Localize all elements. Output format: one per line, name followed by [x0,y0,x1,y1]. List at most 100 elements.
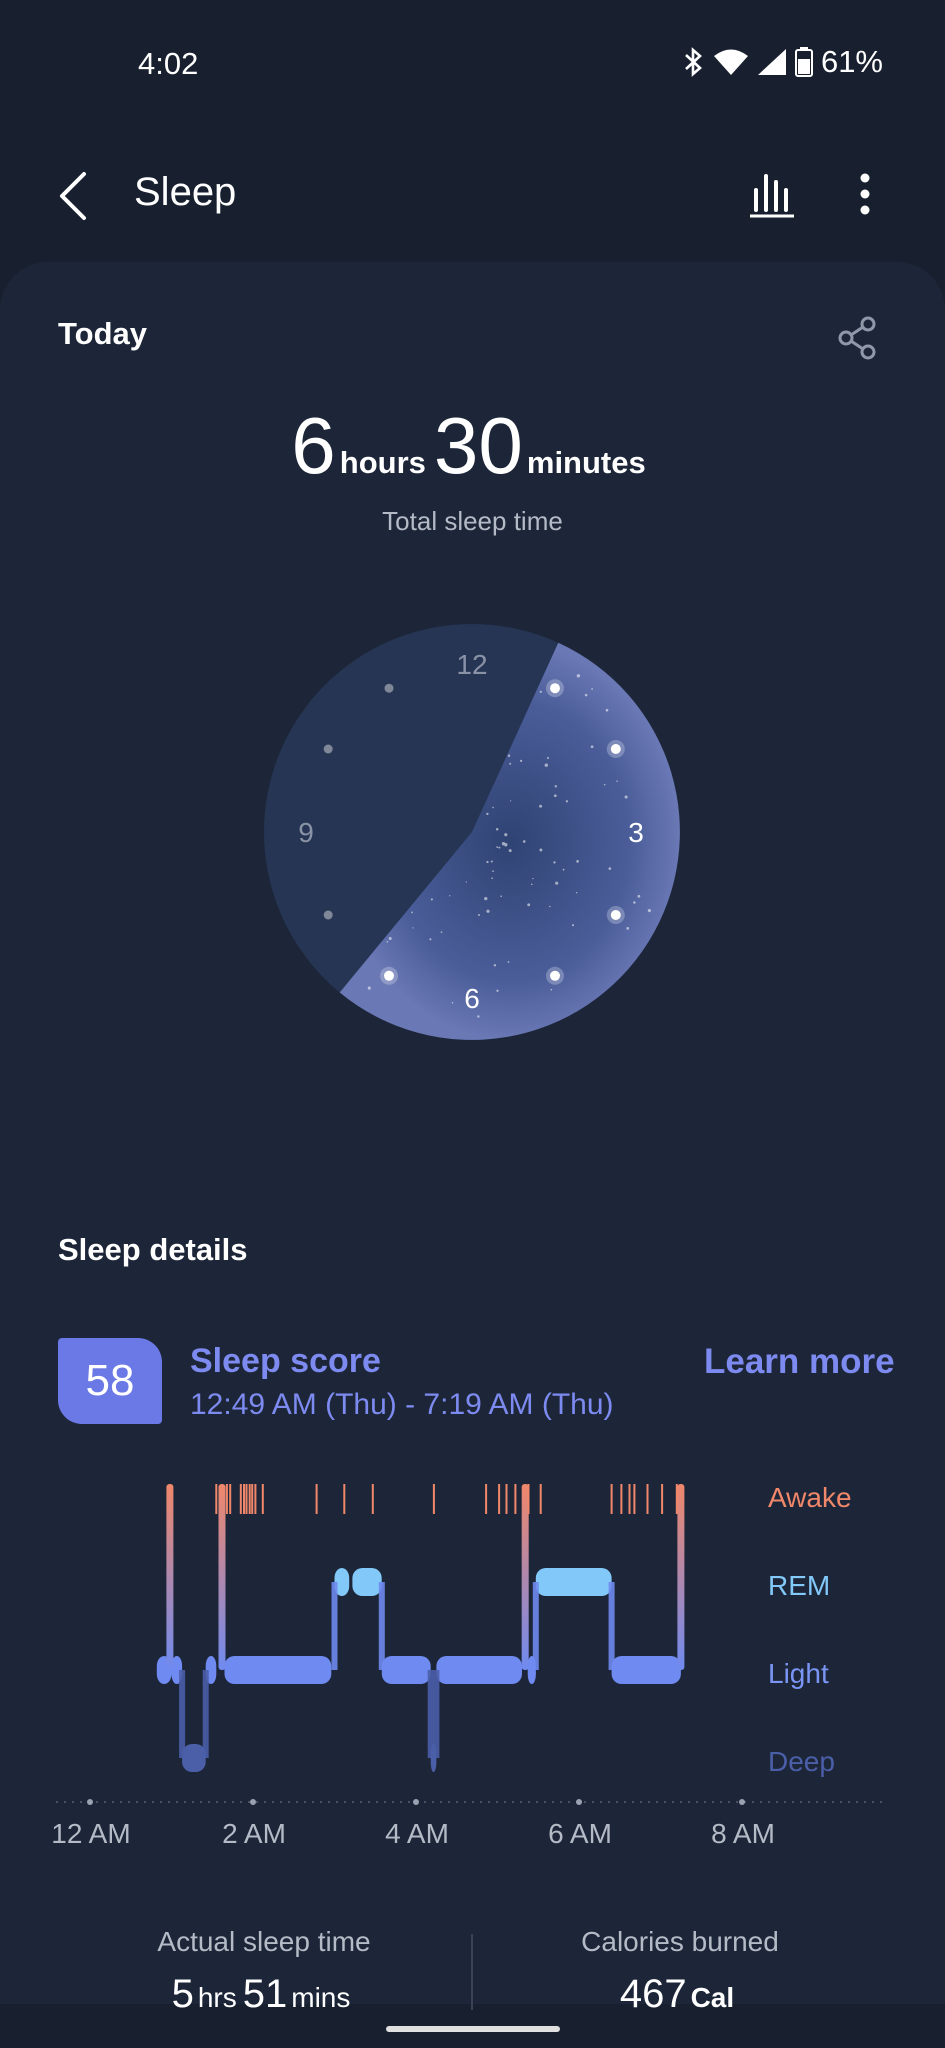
awake-marker [505,1484,508,1514]
star-speck [478,914,480,916]
stage-transition [202,1670,209,1758]
star-speck [626,927,630,930]
star-speck [554,785,558,788]
star-speck [412,927,414,929]
battery-percent: 61% [820,44,883,79]
star-speck [637,894,641,898]
star-speck [496,989,499,992]
status-icons: 61% [683,44,883,80]
clock-label-12: 12 [456,649,487,680]
star-speck [519,759,523,763]
awake-marker [371,1484,374,1514]
star-speck [565,800,569,803]
x-tick-dot [576,1799,582,1805]
awake-marker [610,1484,613,1514]
calories-value-row: 467 Cal [530,1972,830,2017]
star-speck [440,931,443,934]
awake-marker [527,1484,530,1514]
stage-transition [608,1582,615,1670]
star-speck [486,860,489,864]
total-sleep-label: Total sleep time [382,506,563,536]
sleep-details-heading: Sleep details [58,1232,248,1267]
x-tick-dot [250,1799,256,1805]
awake-marker [646,1484,649,1514]
stage-transition [433,1670,440,1758]
learn-more-link[interactable]: Learn more [704,1342,895,1382]
star-speck [501,842,506,846]
share-button[interactable] [834,314,884,364]
star-speck [624,795,628,799]
more-options-button[interactable] [850,170,880,222]
x-tick-dot [739,1799,745,1805]
star-speck [553,794,557,798]
back-button[interactable] [52,168,102,224]
star-speck [633,901,636,904]
x-tick-label: 12 AM [51,1818,131,1849]
awake-marker [498,1484,501,1514]
star-speck [507,754,511,757]
star-speck [584,693,588,697]
star-speck [603,783,606,786]
star-speck [486,812,489,816]
star-speck [451,1001,454,1004]
actual-sleep-value: 5 hrs 51 mins [114,1972,414,2017]
status-time: 4:02 [138,46,199,81]
star-speck [490,860,493,863]
star-speck [510,800,512,802]
hour-dot [610,744,621,754]
calories-title: Calories burned [581,1926,779,1957]
star-speck [549,905,551,908]
x-tick-label: 6 AM [548,1818,612,1849]
awake-marker [239,1484,242,1514]
star-speck [605,708,609,712]
star-speck [486,909,490,913]
stat-divider [471,1934,473,2010]
x-tick-dot [87,1799,93,1805]
awake-marker-long [166,1484,174,1670]
signal-icon [757,49,786,75]
star-speck [590,745,594,749]
actual-hours-unit: hrs [197,1982,237,2013]
star-speck [647,909,651,913]
awake-marker [225,1484,228,1514]
awake-marker [485,1484,488,1514]
today-heading: Today [58,316,147,351]
star-speck [608,867,612,870]
star-speck [522,840,526,843]
minutes-value: 30 [433,401,523,490]
total-sleep-time: 6 hours 30 minutes [0,400,945,492]
awake-marker [539,1484,542,1514]
awake-marker [254,1484,257,1514]
awake-marker [514,1484,517,1514]
chevron-left-icon [60,172,86,220]
awake-marker [251,1484,254,1514]
awake-marker [229,1484,232,1514]
awake-marker [343,1484,346,1514]
awake-marker [661,1484,664,1514]
awake-marker [261,1484,264,1514]
sleep-score-title: Sleep score [190,1342,381,1380]
stage-segment-light [224,1656,332,1684]
star-speck [498,846,501,849]
star-speck [388,936,392,941]
battery-icon [794,47,813,77]
hours-unit: hours [339,445,426,480]
star-speck [504,833,508,837]
hour-dot [323,744,333,754]
share-icon [838,316,876,360]
star-speck [539,848,543,852]
star-speck [449,895,451,897]
star-speck [576,860,579,863]
gesture-nav-handle[interactable] [386,2026,560,2032]
trends-button[interactable] [748,168,798,220]
star-speck [562,868,565,871]
awake-marker [245,1484,248,1514]
stage-transition [532,1582,539,1670]
star-speck [576,674,581,678]
star-speck [465,881,467,883]
stage-transition [331,1582,338,1670]
star-speck [531,883,533,886]
stage-segment-rem [352,1568,382,1596]
star-speck [509,762,512,765]
hour-dot [384,970,394,981]
